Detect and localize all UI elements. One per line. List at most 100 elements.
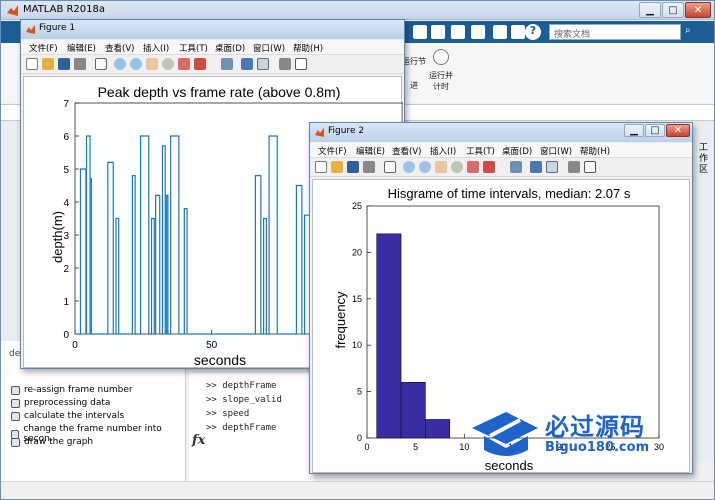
zoom-out-icon[interactable]: [419, 161, 431, 173]
graduation-cap-logo-icon: [472, 412, 538, 456]
watermark-text: 必过源码: [545, 413, 645, 441]
rotate-icon[interactable]: [162, 58, 174, 70]
data-cursor-icon[interactable]: [467, 161, 479, 173]
menu-help[interactable]: 帮助(H): [293, 42, 323, 54]
open-icon[interactable]: [331, 161, 343, 173]
search-icon[interactable]: ⌕: [685, 25, 697, 39]
link-plot-icon[interactable]: [510, 161, 522, 173]
y-tick-label: 2: [63, 264, 69, 275]
menu-desktop[interactable]: 桌面(D): [215, 42, 245, 54]
menu-tools[interactable]: 工具(T): [466, 145, 495, 157]
x-tick-label: 30: [654, 442, 664, 452]
figure-icon: [26, 25, 35, 34]
show-tools-icon[interactable]: [584, 161, 596, 173]
status-bar: [1, 481, 714, 499]
y-tick-label: 6: [63, 132, 69, 143]
outline-item[interactable]: re-assign frame number: [11, 385, 133, 395]
run-time-label[interactable]: 运行并 计时: [425, 70, 457, 92]
zoom-out-icon[interactable]: [130, 58, 142, 70]
pan-icon[interactable]: [146, 58, 158, 70]
new-figure-icon[interactable]: [26, 58, 38, 70]
menu-insert[interactable]: 插入(I): [143, 42, 169, 54]
menu-view[interactable]: 查看(V): [392, 145, 421, 157]
link-plot-icon[interactable]: [221, 58, 233, 70]
paste-icon[interactable]: [471, 25, 485, 39]
brush-icon[interactable]: [194, 58, 206, 70]
save-icon[interactable]: [347, 161, 359, 173]
figure2-title: Figure 2: [328, 126, 365, 136]
y-tick-label: 0: [63, 330, 69, 341]
pointer-icon[interactable]: [95, 58, 107, 70]
y-tick-label: 5: [357, 387, 362, 397]
chart2-xlabel: seconds: [485, 458, 534, 473]
cut-icon[interactable]: [431, 25, 445, 39]
figure1-title: Figure 1: [39, 23, 76, 33]
hide-tools-icon[interactable]: [279, 58, 291, 70]
menu-window[interactable]: 窗口(W): [253, 42, 285, 54]
y-tick-label: 15: [352, 294, 362, 304]
menu-file[interactable]: 文件(F): [318, 145, 347, 157]
run-time-icon[interactable]: [433, 49, 449, 65]
minimize-button[interactable]: ▁: [624, 124, 644, 137]
y-tick-label: 0: [357, 433, 362, 443]
data-cursor-icon[interactable]: [178, 58, 190, 70]
y-tick-label: 10: [352, 340, 362, 350]
menu-insert[interactable]: 插入(I): [430, 145, 456, 157]
rotate-icon[interactable]: [451, 161, 463, 173]
workspace-strip[interactable]: 工作区: [695, 121, 714, 461]
pan-icon[interactable]: [435, 161, 447, 173]
close-button[interactable]: ✕: [666, 124, 690, 137]
histogram-bar: [400, 382, 426, 439]
menu-edit[interactable]: 编辑(E): [356, 145, 385, 157]
figure1-menu-bar: 文件(F) 编辑(E) 查看(V) 插入(I) 工具(T) 桌面(D) 窗口(W…: [21, 40, 404, 55]
figure1-title-bar[interactable]: Figure 1: [21, 20, 404, 39]
open-icon[interactable]: [42, 58, 54, 70]
minimize-button[interactable]: ▁: [639, 2, 661, 18]
maximize-button[interactable]: □: [645, 124, 665, 137]
hide-tools-icon[interactable]: [568, 161, 580, 173]
redo-icon[interactable]: [511, 25, 525, 39]
pointer-icon[interactable]: [384, 161, 396, 173]
menu-window[interactable]: 窗口(W): [540, 145, 572, 157]
x-tick-label: 0: [72, 340, 78, 351]
legend-icon[interactable]: [546, 161, 558, 173]
menu-desktop[interactable]: 桌面(D): [502, 145, 532, 157]
print-icon[interactable]: [363, 161, 375, 173]
copy-icon[interactable]: [451, 25, 465, 39]
main-title-bar[interactable]: MATLAB R2018a ▁ □ ✕: [1, 1, 714, 20]
outline-header: de: [9, 349, 21, 359]
figure1-toolbar: [21, 56, 404, 74]
section-icon: [11, 411, 20, 421]
y-tick-label: 4: [63, 198, 69, 209]
zoom-in-icon[interactable]: [403, 161, 415, 173]
save-icon[interactable]: [58, 58, 70, 70]
colorbar-icon[interactable]: [530, 161, 542, 173]
undo-icon[interactable]: [493, 25, 507, 39]
maximize-button[interactable]: □: [662, 2, 684, 18]
menu-edit[interactable]: 编辑(E): [67, 42, 96, 54]
y-tick-label: 3: [63, 231, 69, 242]
zoom-in-icon[interactable]: [114, 58, 126, 70]
close-button[interactable]: ✕: [685, 2, 711, 18]
histogram-bar: [376, 233, 402, 439]
doc-search-input[interactable]: 搜索文档: [549, 24, 681, 40]
print-icon[interactable]: [74, 58, 86, 70]
menu-help[interactable]: 帮助(H): [580, 145, 610, 157]
command-history-line: >> depthFrame: [206, 381, 277, 391]
brush-icon[interactable]: [483, 161, 495, 173]
outline-item[interactable]: draw the graph: [11, 437, 93, 447]
menu-view[interactable]: 查看(V): [105, 42, 134, 54]
help-icon[interactable]: ?: [525, 24, 541, 40]
show-tools-icon[interactable]: [295, 58, 307, 70]
menu-file[interactable]: 文件(F): [29, 42, 58, 54]
figure2-title-bar[interactable]: Figure 2 ▁ □ ✕: [310, 123, 692, 142]
command-history-line: >> slope_valid: [206, 395, 282, 405]
colorbar-icon[interactable]: [241, 58, 253, 70]
section-icon: [11, 437, 20, 447]
new-figure-icon[interactable]: [315, 161, 327, 173]
outline-item[interactable]: preprocessing data: [11, 398, 110, 408]
save-icon[interactable]: [413, 25, 427, 39]
legend-icon[interactable]: [257, 58, 269, 70]
menu-tools[interactable]: 工具(T): [179, 42, 208, 54]
outline-item[interactable]: calculate the intervals: [11, 411, 124, 421]
